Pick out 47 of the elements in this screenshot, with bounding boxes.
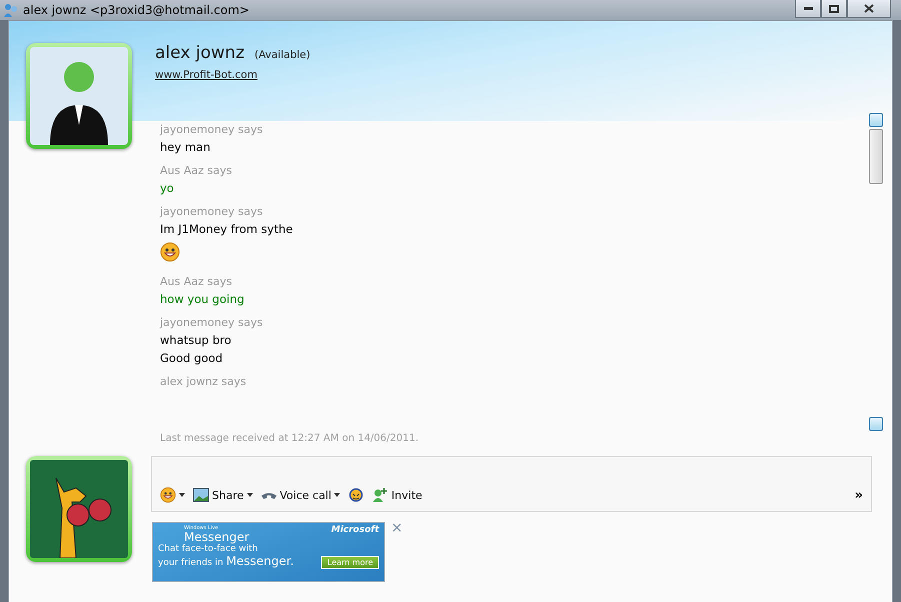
scroll-down-button[interactable] bbox=[869, 417, 883, 431]
emoticon-tool[interactable] bbox=[160, 487, 185, 503]
minimize-icon bbox=[804, 7, 812, 10]
contact-name: alex jownz bbox=[155, 43, 244, 63]
caret-icon bbox=[246, 493, 253, 497]
invite-tool[interactable]: Invite bbox=[372, 487, 422, 503]
ad-company-text: Microsoft bbox=[331, 525, 379, 535]
message-text: whatsup bro bbox=[160, 333, 232, 347]
contact-status: (Available) bbox=[254, 49, 310, 61]
smiley-icon bbox=[160, 487, 176, 503]
wink-tool[interactable] bbox=[348, 487, 364, 503]
voice-tool[interactable]: Voice call bbox=[260, 488, 340, 502]
sender-label: jayonemoney says bbox=[160, 316, 264, 329]
message-input[interactable]: Share Voice call Invite » bbox=[151, 456, 872, 512]
scroll-thumb[interactable] bbox=[869, 129, 883, 184]
caret-icon bbox=[179, 493, 185, 497]
message-text: how you going bbox=[160, 292, 246, 306]
message-text: hey man bbox=[160, 140, 212, 154]
phone-icon bbox=[260, 492, 277, 498]
sender-label: jayonemoney says bbox=[160, 205, 264, 218]
sender-label: alex jownz says bbox=[160, 375, 248, 388]
nudge-icon bbox=[348, 487, 364, 503]
window-title: alex jownz <p3roxid3@hotmail.com> bbox=[23, 3, 250, 17]
people-icon bbox=[4, 3, 18, 17]
ad-product-text: Messenger bbox=[184, 531, 250, 543]
message-text: yo bbox=[160, 181, 175, 195]
ad-tagline: Chat face-to-face with bbox=[158, 544, 259, 555]
smiley-icon bbox=[160, 242, 180, 262]
close-icon bbox=[864, 4, 874, 13]
contact-link[interactable]: www.Profit-Bot.com bbox=[155, 69, 258, 81]
message-text: Im J1Money from sythe bbox=[160, 222, 294, 236]
picture-icon bbox=[193, 488, 209, 502]
more-button[interactable]: » bbox=[854, 488, 863, 503]
close-button[interactable] bbox=[847, 0, 891, 18]
sender-label: jayonemoney says bbox=[160, 123, 264, 136]
sender-label: Aus Aaz says bbox=[160, 275, 233, 288]
message-text: Good good bbox=[160, 351, 224, 365]
scroll-up-button[interactable] bbox=[869, 113, 883, 127]
maximize-button[interactable] bbox=[821, 0, 847, 18]
sender-label: Aus Aaz says bbox=[160, 164, 233, 177]
share-tool[interactable]: Share bbox=[193, 488, 253, 502]
minimize-button[interactable] bbox=[795, 0, 821, 18]
ad-tagline: your friends in Messenger. bbox=[158, 555, 294, 569]
add-person-icon bbox=[372, 487, 388, 503]
last-message-info: Last message received at 12:27 AM on 14/06/2011. bbox=[159, 433, 420, 444]
caret-icon bbox=[334, 493, 340, 497]
maximize-icon bbox=[829, 4, 839, 12]
